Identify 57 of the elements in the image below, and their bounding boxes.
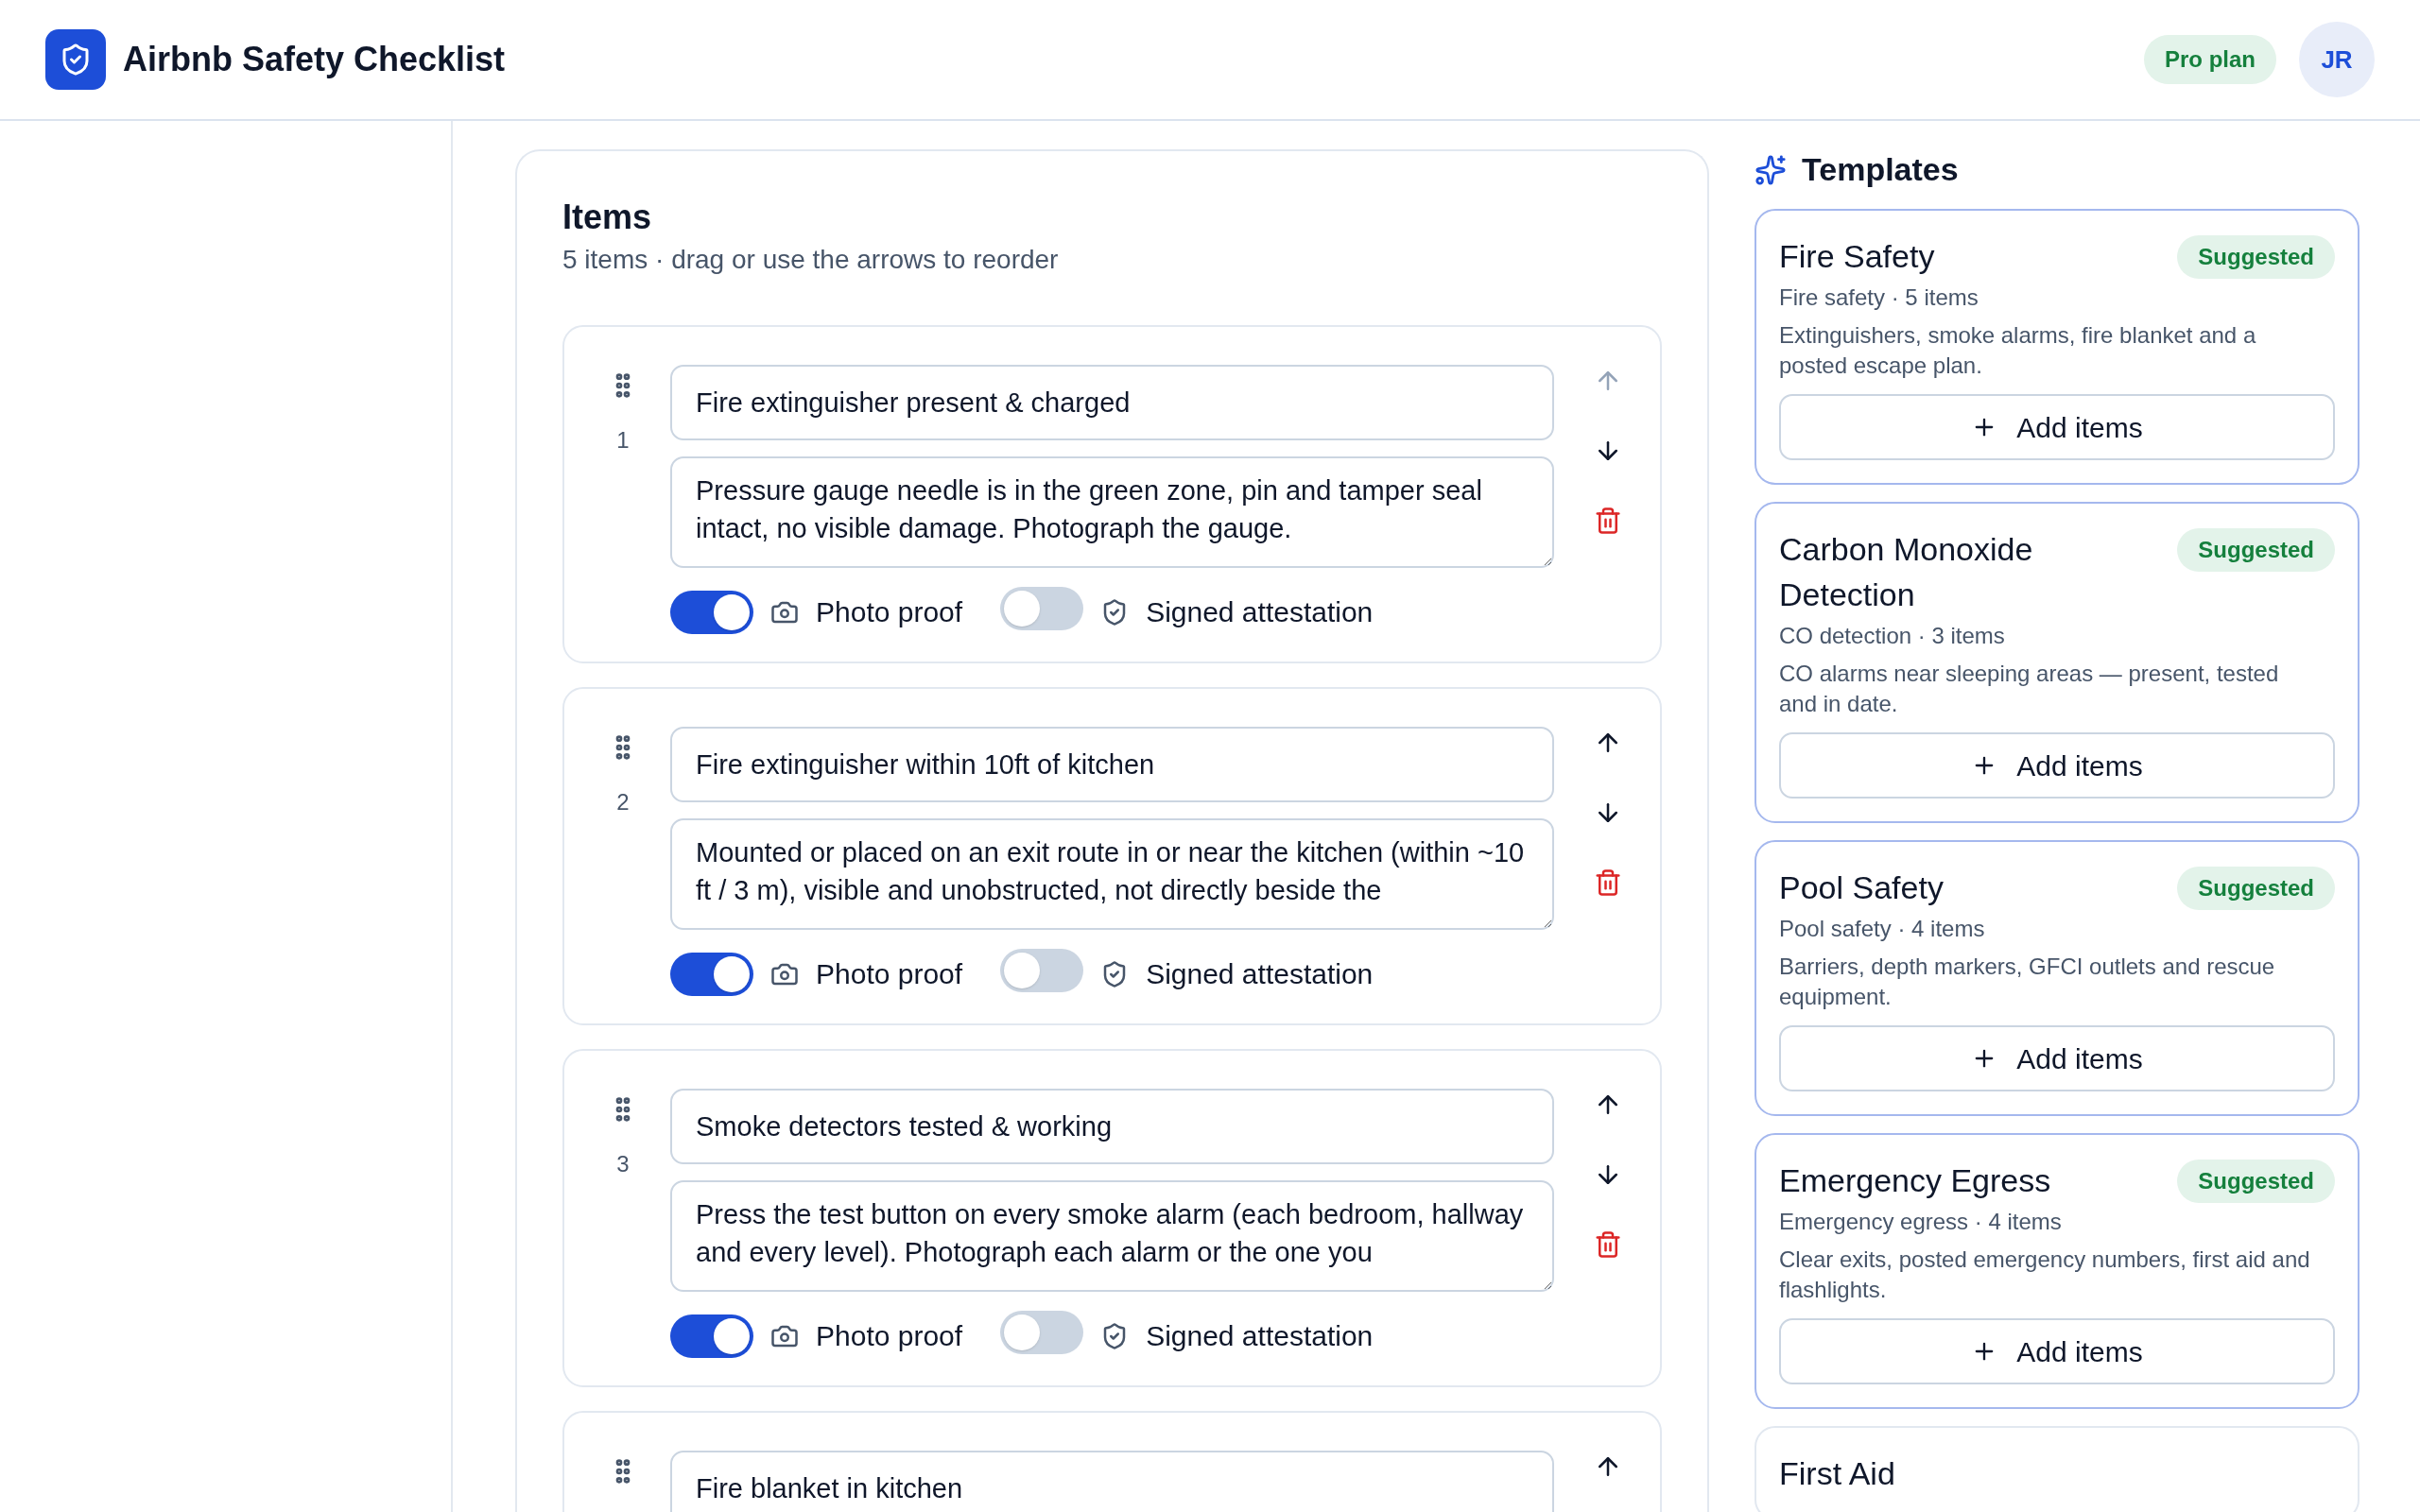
item-number: 1 bbox=[616, 426, 630, 455]
template-title: First Aid bbox=[1779, 1454, 1895, 1493]
suggested-badge: Suggested bbox=[2177, 528, 2335, 572]
item-description-field[interactable]: Mounted or placed on an exit route in or near the kitchen (within ~10 ft / 3 m), visible and unobstructed, not directly beside the bbox=[670, 818, 1554, 930]
trash-icon bbox=[1594, 507, 1622, 535]
delete-button[interactable] bbox=[1594, 868, 1622, 897]
toggle-label: Photo proof bbox=[816, 595, 963, 629]
toggle-label: Signed attestation bbox=[1146, 1319, 1374, 1353]
suggested-badge: Suggested bbox=[2177, 867, 2335, 910]
item-number: 3 bbox=[616, 1150, 630, 1178]
template-description: Clear exits, posted emergency numbers, first aid and flashlights. bbox=[1779, 1246, 2311, 1304]
items-subtitle: 5 items · drag or use the arrows to reorder bbox=[562, 244, 1060, 276]
item-title-field[interactable]: Fire extinguisher within 10ft of kitchen bbox=[670, 727, 1554, 802]
template-description: CO alarms near sleeping areas — present, tested and in date. bbox=[1779, 660, 2280, 718]
template-description: Extinguishers, smoke alarms, fire blanket and a posted escape plan. bbox=[1779, 321, 2257, 380]
add-items-button[interactable]: Add items bbox=[1779, 732, 2335, 799]
suggested-badge: Suggested bbox=[2177, 1160, 2335, 1203]
trash-icon bbox=[1594, 1230, 1622, 1259]
logo-icon bbox=[45, 29, 106, 90]
templates-heading: Templates bbox=[1802, 150, 1959, 189]
template-description: Barriers, depth markers, GFCI outlets and rescue equipment. bbox=[1779, 953, 2276, 1011]
suggested-badge: Suggested bbox=[2177, 235, 2335, 279]
template-title: Emergency Egress bbox=[1779, 1161, 2051, 1200]
add-items-button[interactable]: Add items bbox=[1779, 1318, 2335, 1384]
app-title: Airbnb Safety Checklist bbox=[123, 39, 506, 80]
template-meta: Pool safety · 4 items bbox=[1779, 915, 1986, 943]
add-items-button[interactable]: Add items bbox=[1779, 394, 2335, 460]
template-title: Fire Safety bbox=[1779, 237, 1935, 276]
toggle-switch[interactable] bbox=[1000, 587, 1084, 630]
item-title-field[interactable]: Fire extinguisher present & charged bbox=[670, 365, 1554, 440]
plan-badge: Pro plan bbox=[2144, 35, 2276, 84]
item-description-field[interactable]: Press the test button on every smoke alarm (each bedroom, hallway and every level). Photograph each alarm or the one you bbox=[670, 1180, 1554, 1292]
item-number: 2 bbox=[616, 788, 630, 816]
toggle-switch[interactable] bbox=[670, 1314, 753, 1358]
toggle-label: Signed attestation bbox=[1146, 957, 1374, 991]
trash-icon bbox=[1594, 868, 1622, 897]
toggle-label: Photo proof bbox=[816, 957, 963, 991]
user-avatar[interactable]: JR bbox=[2299, 22, 2375, 97]
toggle-switch[interactable] bbox=[670, 952, 753, 996]
template-meta: Fire safety · 5 items bbox=[1779, 284, 1979, 312]
toggle-label: Photo proof bbox=[816, 1319, 963, 1353]
items-heading: Items bbox=[562, 197, 653, 238]
delete-button[interactable] bbox=[1594, 1230, 1622, 1259]
toggle-label: Signed attestation bbox=[1146, 595, 1374, 629]
template-title: Pool Safety bbox=[1779, 868, 1944, 907]
template-meta: Emergency egress · 4 items bbox=[1779, 1208, 2063, 1236]
sparkle-icon bbox=[1754, 153, 1787, 186]
toggle-switch[interactable] bbox=[1000, 949, 1084, 992]
item-title-field[interactable]: Fire blanket in kitchen bbox=[670, 1451, 1554, 1512]
delete-button[interactable] bbox=[1594, 507, 1622, 535]
item-description-field[interactable]: Pressure gauge needle is in the green zone, pin and tamper seal intact, no visible damage. Photograph the gauge. bbox=[670, 456, 1554, 568]
add-items-button[interactable]: Add items bbox=[1779, 1025, 2335, 1091]
toggle-switch[interactable] bbox=[1000, 1311, 1084, 1354]
template-title: Carbon Monoxide Detection bbox=[1779, 530, 2034, 614]
template-meta: CO detection · 3 items bbox=[1779, 622, 2006, 650]
toggle-switch[interactable] bbox=[670, 590, 753, 634]
item-title-field[interactable]: Smoke detectors tested & working bbox=[670, 1089, 1554, 1164]
